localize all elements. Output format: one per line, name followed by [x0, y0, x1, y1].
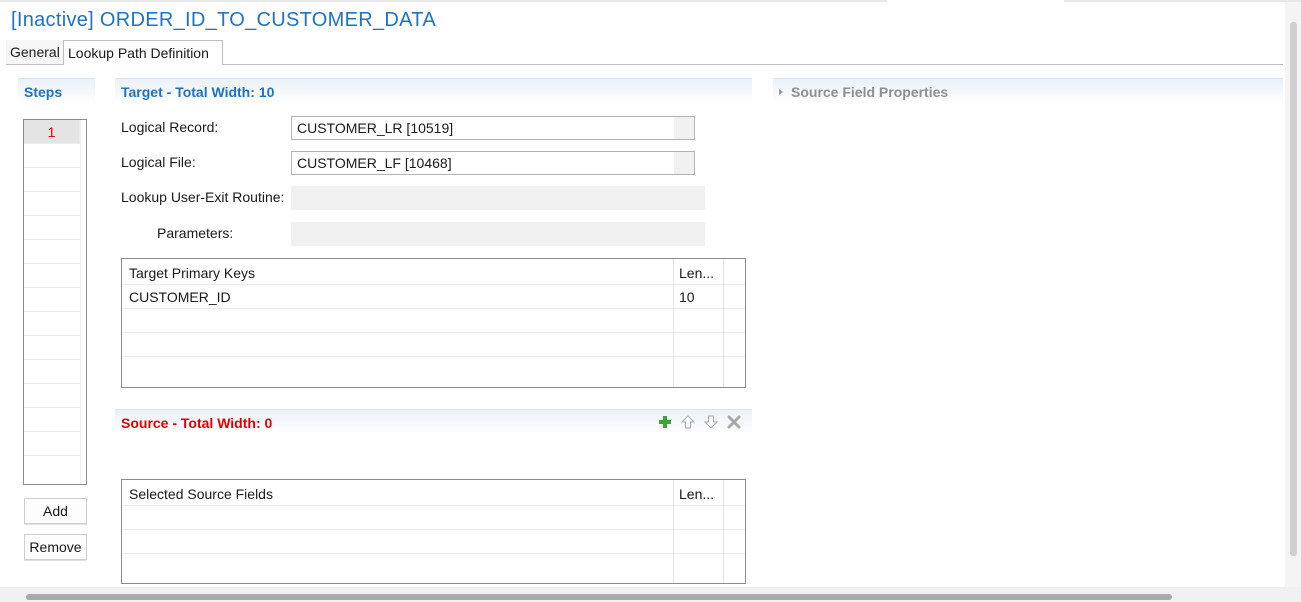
user-exit-label: Lookup User-Exit Routine: — [121, 189, 285, 205]
step-empty-row — [24, 360, 80, 384]
table-column-divider — [723, 259, 724, 387]
logical-record-combo[interactable]: CUSTOMER_LR [10519] — [291, 116, 695, 140]
column-header-source-fields: Selected Source Fields — [129, 486, 273, 502]
parameters-field — [291, 222, 705, 246]
add-icon[interactable] — [657, 414, 673, 430]
tab-lookup-path-definition[interactable]: Lookup Path Definition — [63, 40, 223, 65]
editor-title: [Inactive] ORDER_ID_TO_CUSTOMER_DATA — [11, 9, 436, 31]
step-empty-row — [24, 288, 80, 312]
add-step-label: Add — [43, 503, 68, 519]
step-empty-row — [24, 312, 80, 336]
source-fields-table[interactable]: Selected Source Fields Len... — [121, 479, 746, 584]
column-header-keys: Target Primary Keys — [129, 265, 256, 281]
step-empty-row — [24, 192, 80, 216]
logical-file-label: Logical File: — [121, 154, 196, 170]
key-field-cell: CUSTOMER_ID — [129, 289, 231, 305]
steps-section-header: Steps — [18, 78, 95, 104]
step-empty-row — [24, 216, 80, 240]
column-header-length: Len... — [679, 265, 715, 281]
step-empty-row — [24, 264, 80, 288]
tab-general[interactable]: General — [6, 40, 63, 64]
top-strip-highlight — [887, 0, 1064, 2]
source-field-properties-header[interactable]: Source Field Properties — [773, 78, 1283, 104]
dropdown-button-icon[interactable] — [674, 117, 694, 139]
step-empty-row — [24, 168, 80, 192]
target-section-header: Target - Total Width: 10 — [115, 78, 752, 104]
column-header-length: Len... — [679, 486, 715, 502]
parameters-label: Parameters: — [157, 225, 234, 241]
source-field-properties-label: Source Field Properties — [791, 84, 949, 100]
logical-record-value: CUSTOMER_LR [10519] — [297, 120, 454, 136]
table-empty-row — [122, 357, 745, 381]
delete-icon[interactable] — [726, 414, 742, 430]
add-step-button[interactable]: Add — [24, 498, 87, 524]
logical-file-combo[interactable]: CUSTOMER_LF [10468] — [291, 151, 695, 175]
step-item[interactable]: 1 — [24, 120, 80, 144]
dropdown-button-icon[interactable] — [674, 152, 694, 174]
table-column-divider — [673, 480, 674, 583]
step-empty-row — [24, 432, 80, 456]
logical-file-value: CUSTOMER_LF [10468] — [297, 155, 452, 171]
top-strip — [0, 0, 1301, 2]
horizontal-scrollbar-thumb[interactable] — [26, 594, 1172, 600]
table-empty-row — [122, 506, 745, 530]
step-empty-row — [24, 408, 80, 432]
table-empty-row — [122, 309, 745, 333]
step-empty-row — [24, 240, 80, 264]
remove-step-button[interactable]: Remove — [24, 534, 87, 560]
steps-list[interactable]: 1 — [23, 119, 87, 485]
expand-arrow-icon[interactable] — [779, 89, 783, 96]
remove-step-label: Remove — [29, 539, 82, 555]
table-row[interactable]: CUSTOMER_ID 10 — [122, 285, 745, 309]
table-column-divider — [673, 259, 674, 387]
key-length-cell: 10 — [679, 289, 695, 305]
move-down-icon[interactable] — [703, 414, 719, 430]
step-empty-row — [24, 144, 80, 168]
steps-column-divider — [80, 120, 81, 484]
table-empty-row — [122, 554, 745, 578]
table-empty-row — [122, 333, 745, 357]
table-header-row: Target Primary Keys Len... — [122, 261, 745, 285]
vertical-scrollbar-thumb[interactable] — [1290, 22, 1297, 556]
step-empty-row — [24, 336, 80, 360]
target-keys-table[interactable]: Target Primary Keys Len... CUSTOMER_ID 1… — [121, 258, 746, 388]
tab-divider-gap — [64, 64, 222, 65]
logical-record-label: Logical Record: — [121, 119, 219, 135]
table-header-row: Selected Source Fields Len... — [122, 482, 745, 506]
move-up-icon[interactable] — [680, 414, 696, 430]
user-exit-field — [291, 186, 705, 210]
table-empty-row — [122, 530, 745, 554]
step-empty-row — [24, 384, 80, 408]
table-column-divider — [723, 480, 724, 583]
